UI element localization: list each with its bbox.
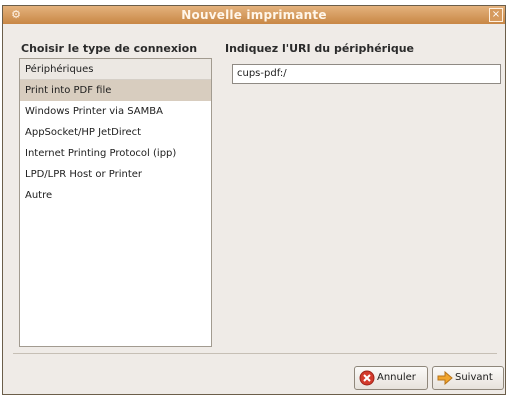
list-item[interactable]: Windows Printer via SAMBA	[20, 101, 211, 122]
list-item[interactable]: Internet Printing Protocol (ipp)	[20, 143, 211, 164]
cancel-button[interactable]: Annuler	[354, 366, 428, 390]
connection-type-heading: Choisir le type de connexion	[21, 42, 198, 55]
next-label: Suivant	[455, 372, 493, 383]
list-item[interactable]: Print into PDF file	[20, 80, 211, 101]
next-button[interactable]: Suivant	[432, 366, 504, 390]
separator	[13, 353, 497, 354]
cancel-label: Annuler	[377, 372, 416, 383]
list-item[interactable]: LPD/LPR Host or Printer	[20, 164, 211, 185]
uri-input[interactable]: cups-pdf:/	[232, 64, 501, 84]
new-printer-window: ⚙ Nouvelle imprimante × Choisir le type …	[2, 5, 506, 395]
arrow-right-icon	[437, 370, 453, 386]
list-item[interactable]: Autre	[20, 185, 211, 206]
titlebar[interactable]: ⚙ Nouvelle imprimante ×	[3, 6, 505, 24]
window-title: Nouvelle imprimante	[181, 8, 327, 22]
list-item[interactable]: Périphériques	[20, 59, 211, 80]
uri-heading: Indiquez l'URI du périphérique	[225, 42, 415, 55]
cancel-icon	[359, 370, 375, 386]
connection-type-list[interactable]: Périphériques Print into PDF file Window…	[19, 58, 212, 347]
close-icon[interactable]: ×	[489, 8, 503, 22]
list-item[interactable]: AppSocket/HP JetDirect	[20, 122, 211, 143]
